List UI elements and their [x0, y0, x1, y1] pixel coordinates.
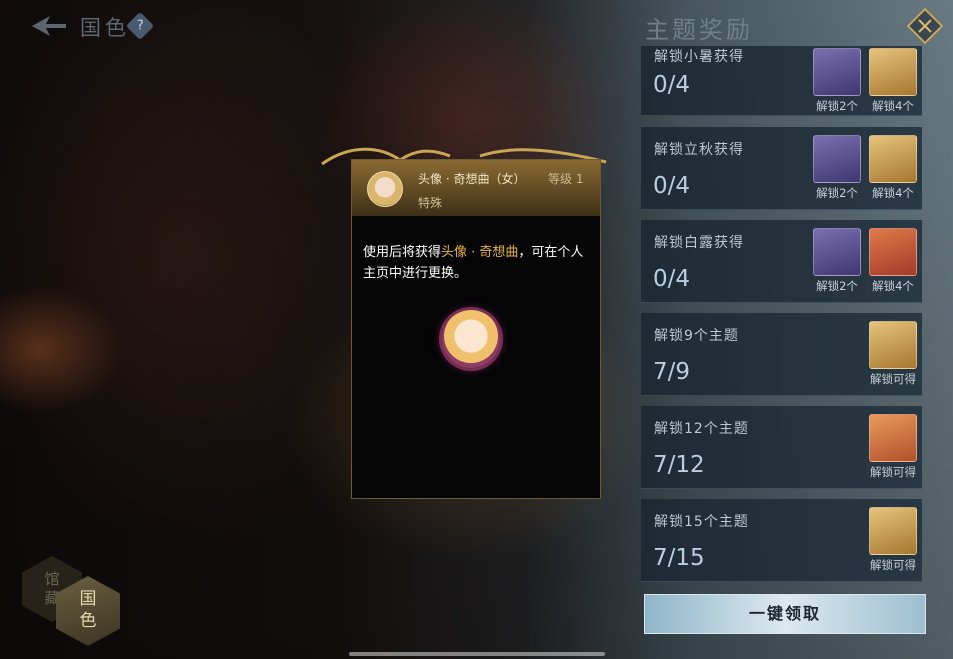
card-title: 解锁15个主题: [654, 514, 749, 530]
reward-item[interactable]: 解锁4个: [869, 135, 917, 201]
reward-item[interactable]: 解锁可得: [869, 321, 917, 387]
reward-label: 解锁可得: [870, 372, 916, 386]
reward-item[interactable]: 解锁2个: [813, 228, 861, 294]
avatar-reward-icon: [869, 48, 917, 96]
reward-label: 解锁可得: [870, 558, 916, 572]
reward-card[interactable]: 解锁白露获得 0/4 解锁2个 解锁4个: [641, 220, 922, 303]
reward-item[interactable]: 解锁4个: [869, 228, 917, 294]
tab-char: 色: [79, 611, 97, 631]
home-indicator[interactable]: [349, 652, 605, 656]
panel-title: 主题奖励: [645, 16, 753, 44]
reward-label: 解锁2个: [816, 279, 858, 293]
avatar-reward-icon: [869, 228, 917, 276]
avatar-preview-image: [442, 310, 500, 368]
reward-card[interactable]: 解锁小暑获得 0/4 解锁2个 解锁4个: [641, 46, 922, 116]
reward-item[interactable]: 解锁2个: [813, 135, 861, 201]
close-icon: [918, 19, 932, 33]
back-button[interactable]: [28, 12, 68, 40]
reward-label: 解锁可得: [870, 465, 916, 479]
tooltip-header: 头像 · 奇想曲（女） 等级 1 特殊: [352, 160, 600, 216]
avatar-reward-icon: [869, 135, 917, 183]
card-progress: 7/9: [653, 359, 691, 385]
figure-reward-icon: [813, 135, 861, 183]
reward-card[interactable]: 解锁立秋获得 0/4 解锁2个 解锁4个: [641, 127, 922, 210]
desc-highlight: 头像 · 奇想曲: [441, 245, 519, 260]
tooltip-item-name: 头像 · 奇想曲（女）: [418, 172, 526, 186]
card-progress: 7/12: [653, 452, 705, 478]
back-arrow-icon: [32, 16, 66, 36]
card-title: 解锁立秋获得: [654, 142, 744, 158]
tab-char: 国: [79, 589, 97, 609]
page-title: 国色: [80, 16, 130, 40]
reward-card[interactable]: 解锁12个主题 7/12 解锁可得: [641, 406, 922, 489]
reward-label: 解锁4个: [872, 279, 914, 293]
card-progress: 0/4: [653, 173, 691, 199]
reward-card[interactable]: 解锁9个主题 7/9 解锁可得: [641, 313, 922, 396]
avatar-reward-icon: [869, 414, 917, 462]
figure-reward-icon: [813, 48, 861, 96]
card-progress: 0/4: [653, 72, 691, 98]
card-title: 解锁小暑获得: [654, 49, 744, 65]
card-title: 解锁白露获得: [654, 235, 744, 251]
reward-label: 解锁4个: [872, 186, 914, 200]
reward-card[interactable]: 解锁15个主题 7/15 解锁可得: [641, 499, 922, 582]
card-title: 解锁9个主题: [654, 328, 739, 344]
reward-item[interactable]: 解锁2个: [813, 48, 861, 114]
avatar-reward-icon: [869, 507, 917, 555]
reward-item[interactable]: 解锁可得: [869, 507, 917, 573]
card-progress: 7/15: [653, 545, 705, 571]
tooltip-item-tag: 特殊: [418, 196, 443, 210]
tooltip-description: 使用后将获得头像 · 奇想曲，可在个人主页中进行更换。: [363, 242, 589, 284]
card-title: 解锁12个主题: [654, 421, 749, 437]
desc-prefix: 使用后将获得: [363, 245, 442, 260]
figure-reward-icon: [813, 228, 861, 276]
reward-item[interactable]: 解锁4个: [869, 48, 917, 114]
item-tooltip: 头像 · 奇想曲（女） 等级 1 特殊 使用后将获得头像 · 奇想曲，可在个人主…: [351, 159, 601, 499]
tooltip-avatar-icon: [367, 171, 403, 207]
avatar-reward-icon: [869, 321, 917, 369]
help-symbol: ?: [136, 18, 144, 33]
reward-label: 解锁4个: [872, 99, 914, 113]
claim-all-button[interactable]: 一键领取: [644, 594, 926, 634]
card-progress: 0/4: [653, 266, 691, 292]
reward-item[interactable]: 解锁可得: [869, 414, 917, 480]
tooltip-item-level: 等级 1: [548, 172, 584, 186]
reward-label: 解锁2个: [816, 186, 858, 200]
reward-label: 解锁2个: [816, 99, 858, 113]
